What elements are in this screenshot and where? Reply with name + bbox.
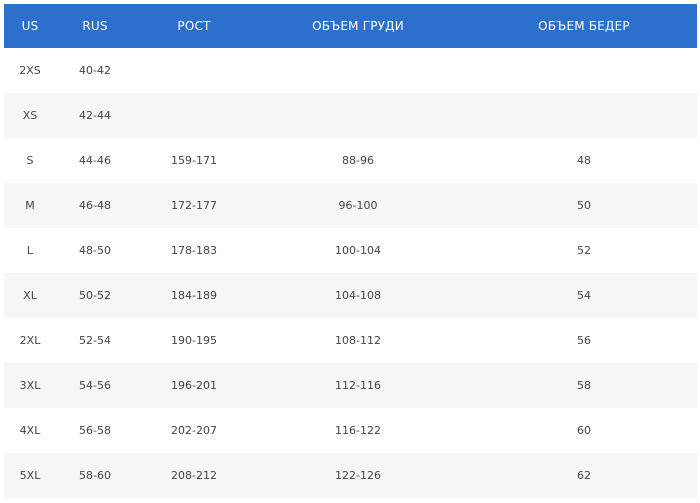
- cell-height: 202-207: [171, 424, 217, 437]
- table-row: 5XL 58-60 208-212 122-126 62: [4, 453, 697, 498]
- cell-rus: 42-44: [79, 109, 111, 122]
- cell-chest: [274, 93, 442, 138]
- table-row: XL 50-52 184-189 104-108 54: [4, 273, 697, 318]
- cell-hips: 48: [577, 154, 591, 167]
- table-row: 2XL 52-54 190-195 108-112 56: [4, 318, 697, 363]
- cell-height: [154, 93, 234, 138]
- cell-rus: 48-50: [79, 244, 111, 257]
- cell-rus: 40-42: [79, 64, 111, 77]
- cell-us: XL: [23, 289, 37, 302]
- cell-height: 190-195: [171, 334, 217, 347]
- header-chest: ОБЪЕМ ГРУДИ: [312, 19, 404, 33]
- cell-height: 159-171: [171, 154, 217, 167]
- cell-chest: [274, 48, 442, 93]
- table-row: L 48-50 178-183 100-104 52: [4, 228, 697, 273]
- cell-us: S: [26, 154, 34, 167]
- cell-height: 196-201: [171, 379, 217, 392]
- cell-chest: 104-108: [335, 289, 381, 302]
- cell-hips: 60: [577, 424, 591, 437]
- cell-hips: 50: [577, 199, 591, 212]
- cell-hips: [514, 93, 654, 138]
- table-row: 3XL 54-56 196-201 112-116 58: [4, 363, 697, 408]
- cell-rus: 44-46: [79, 154, 111, 167]
- header-height: РОСТ: [177, 19, 211, 33]
- cell-us: 2XL: [19, 334, 41, 347]
- cell-height: [154, 48, 234, 93]
- table-row: 2XS 40-42: [4, 48, 697, 93]
- cell-hips: 54: [577, 289, 591, 302]
- cell-us: 3XL: [19, 379, 41, 392]
- cell-rus: 52-54: [79, 334, 111, 347]
- cell-height: 184-189: [171, 289, 217, 302]
- header-us: US: [21, 19, 39, 33]
- cell-us: L: [26, 244, 34, 257]
- cell-height: 172-177: [171, 199, 217, 212]
- cell-height: 208-212: [171, 469, 217, 482]
- cell-us: 4XL: [19, 424, 41, 437]
- cell-rus: 58-60: [79, 469, 111, 482]
- table-row: XS 42-44: [4, 93, 697, 138]
- cell-hips: 62: [577, 469, 591, 482]
- cell-chest: 122-126: [335, 469, 381, 482]
- cell-us: XS: [22, 109, 38, 122]
- table-row: M 46-48 172-177 96-100 50: [4, 183, 697, 228]
- cell-hips: 58: [577, 379, 591, 392]
- cell-chest: 116-122: [335, 424, 381, 437]
- header-hips: ОБЪЕМ БЕДЕР: [538, 19, 630, 33]
- cell-chest: 108-112: [335, 334, 381, 347]
- cell-rus: 50-52: [79, 289, 111, 302]
- table-header-row: US RUS РОСТ ОБЪЕМ ГРУДИ ОБЪЕМ БЕДЕР: [4, 4, 697, 48]
- cell-us: 5XL: [19, 469, 41, 482]
- size-chart-table: US RUS РОСТ ОБЪЕМ ГРУДИ ОБЪЕМ БЕДЕР 2XS …: [4, 4, 697, 498]
- cell-chest: 96-100: [338, 199, 378, 212]
- cell-rus: 56-58: [79, 424, 111, 437]
- cell-height: 178-183: [171, 244, 217, 257]
- cell-rus: 46-48: [79, 199, 111, 212]
- cell-us: M: [25, 199, 35, 212]
- table-row: S 44-46 159-171 88-96 48: [4, 138, 697, 183]
- header-rus: RUS: [82, 19, 108, 33]
- cell-chest: 100-104: [335, 244, 381, 257]
- cell-chest: 112-116: [335, 379, 381, 392]
- cell-hips: 52: [577, 244, 591, 257]
- table-row: 4XL 56-58 202-207 116-122 60: [4, 408, 697, 453]
- cell-hips: [514, 48, 654, 93]
- cell-us: 2XS: [19, 64, 41, 77]
- cell-rus: 54-56: [79, 379, 111, 392]
- cell-hips: 56: [577, 334, 591, 347]
- cell-chest: 88-96: [342, 154, 374, 167]
